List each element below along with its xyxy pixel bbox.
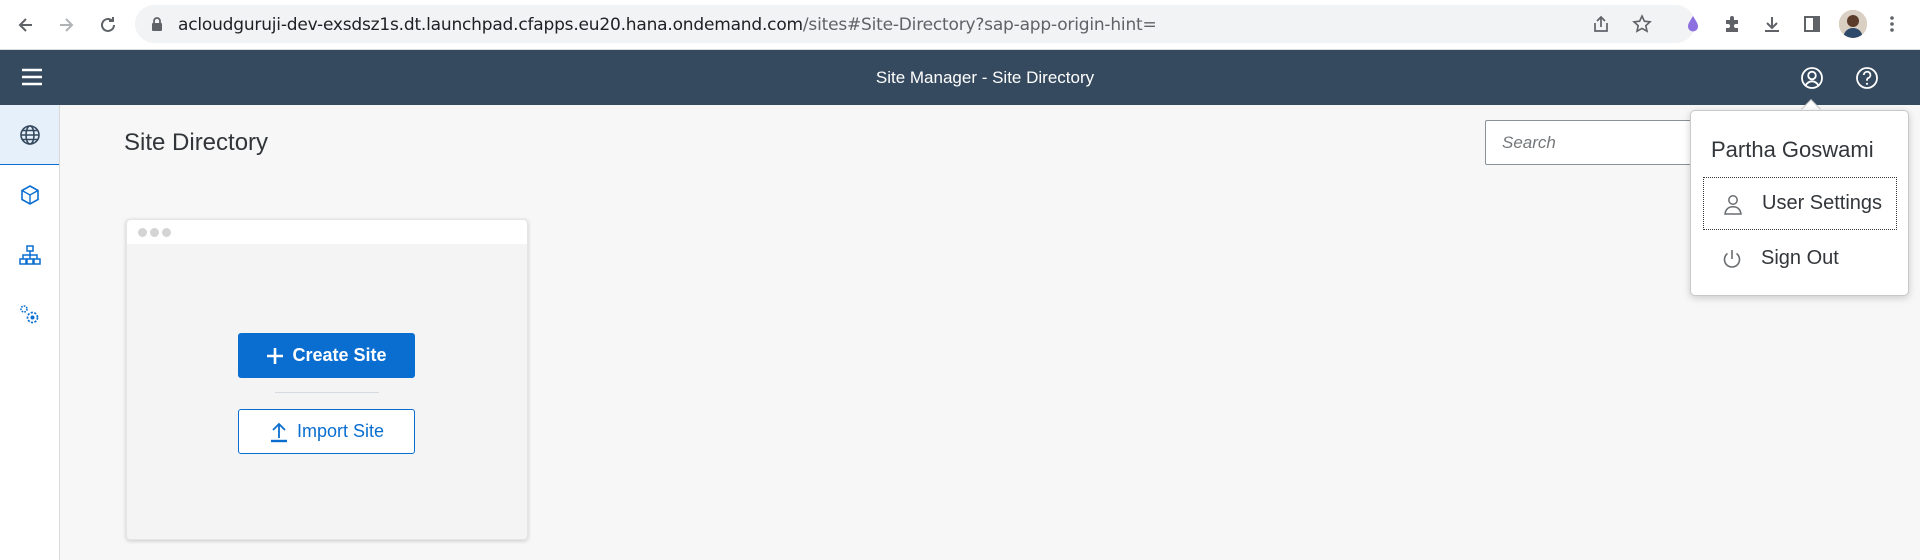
user-icon[interactable]	[1798, 64, 1826, 92]
rail-item-structure[interactable]	[0, 225, 59, 285]
help-icon[interactable]	[1853, 64, 1881, 92]
puzzle-icon[interactable]	[1720, 12, 1744, 36]
reload-icon[interactable]	[94, 11, 122, 39]
rail-item-content[interactable]	[0, 165, 59, 225]
import-site-button[interactable]: Import Site	[238, 409, 415, 454]
import-site-label: Import Site	[296, 421, 385, 441]
more-icon[interactable]	[1880, 12, 1904, 36]
create-site-label: Create Site	[292, 345, 387, 365]
url-host: acloudguruji-dev-exsdsz1s.dt.launchpad.c…	[178, 15, 803, 35]
power-icon	[1723, 249, 1741, 268]
card-header	[127, 220, 527, 244]
globe-icon	[19, 124, 40, 145]
search-input[interactable]	[1485, 120, 1695, 165]
download-icon[interactable]	[1760, 12, 1784, 36]
card-dot	[162, 228, 171, 237]
package-icon	[20, 185, 39, 205]
rail-item-sites[interactable]	[0, 105, 59, 165]
sign-out-label: Sign Out	[1761, 247, 1839, 269]
user-settings-menu-item[interactable]: User Settings	[1703, 177, 1897, 230]
shell-title: Site Manager - Site Directory	[875, 68, 1095, 87]
rail-item-settings[interactable]	[0, 285, 59, 345]
url-text[interactable]: acloudguruji-dev-exsdsz1s.dt.launchpad.c…	[178, 15, 1157, 35]
user-menu-popover: Partha Goswami User Settings Sign Out	[1690, 110, 1909, 296]
card-dot	[138, 228, 147, 237]
address-bar[interactable]: acloudguruji-dev-exsdsz1s.dt.launchpad.c…	[135, 5, 1695, 43]
url-path: /sites#Site-Directory?sap-app-origin-hin…	[802, 15, 1157, 35]
hierarchy-icon	[18, 245, 41, 265]
lock-icon[interactable]	[149, 16, 165, 32]
settings-icon	[19, 305, 38, 324]
left-rail	[0, 105, 60, 560]
profile-avatar[interactable]	[1839, 10, 1867, 38]
extension-drop-icon[interactable]	[1681, 12, 1705, 36]
user-name: Partha Goswami	[1711, 137, 1874, 162]
new-site-card: Create Site Import Site	[126, 219, 528, 540]
card-divider	[275, 392, 379, 393]
plus-icon	[267, 347, 284, 364]
forward-icon[interactable]	[52, 11, 80, 39]
star-icon[interactable]	[1632, 14, 1652, 34]
user-settings-label: User Settings	[1762, 192, 1883, 214]
person-icon	[1724, 194, 1742, 215]
create-site-button[interactable]: Create Site	[238, 333, 415, 378]
shell-header: Site Manager - Site Directory	[0, 50, 1920, 105]
sign-out-menu-item[interactable]: Sign Out	[1703, 232, 1897, 285]
page-title: Site Directory	[124, 129, 269, 156]
browser-toolbar: acloudguruji-dev-exsdsz1s.dt.launchpad.c…	[0, 0, 1920, 50]
side-panel-icon[interactable]	[1800, 12, 1824, 36]
card-dot	[150, 228, 159, 237]
upload-icon	[270, 422, 287, 442]
share-icon[interactable]	[1591, 14, 1611, 34]
back-icon[interactable]	[12, 11, 40, 39]
